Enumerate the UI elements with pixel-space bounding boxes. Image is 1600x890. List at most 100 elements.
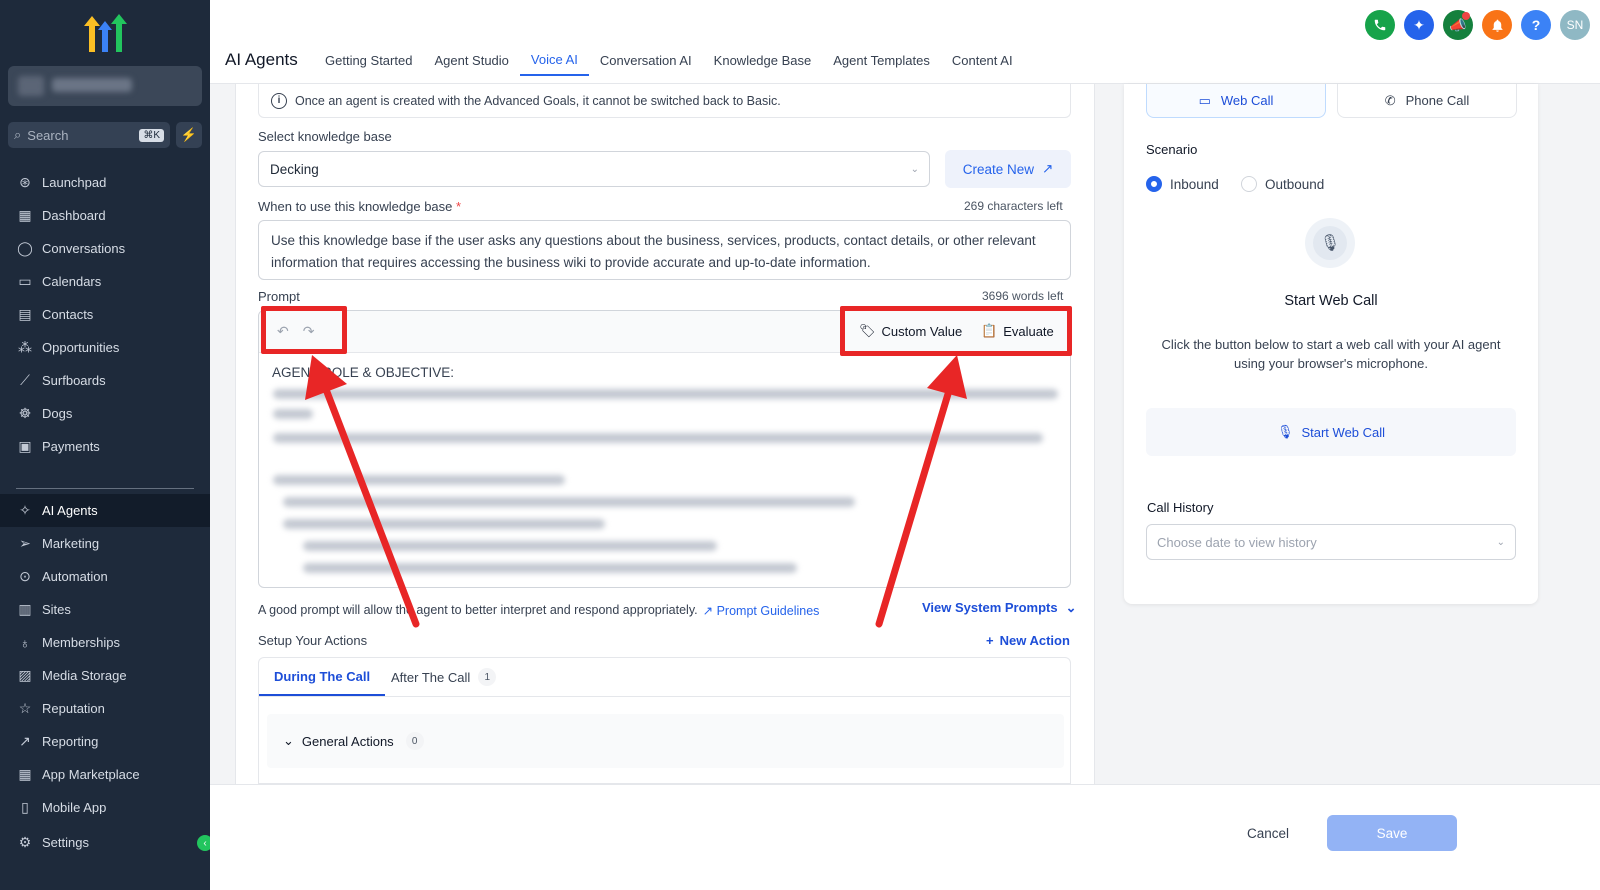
prompt-guidelines-link[interactable]: ↗ Prompt Guidelines [703,603,820,618]
phone-call-tab[interactable]: ✆ Phone Call [1337,84,1517,118]
surfboard-icon: ⟋ [20,372,30,388]
search-input[interactable]: ⌕ Search ⌘K [8,122,170,148]
tab-conversation-ai[interactable]: Conversation AI [589,44,703,76]
tab-content-ai[interactable]: Content AI [941,44,1024,76]
new-action-button[interactable]: + New Action [986,633,1070,648]
chars-left: 269 characters left [964,199,1063,213]
prompt-heading: AGENT ROLE & OBJECTIVE: [272,365,455,380]
sidebar-item-surfboards[interactable]: ⟋ Surfboards [0,364,210,397]
sidebar-item-contacts[interactable]: ▤ Contacts [0,298,210,331]
info-icon: i [271,92,287,109]
avatar[interactable]: SN [1560,10,1590,40]
sidebar-nav-secondary: ✧ AI Agents ➢ Marketing ⊙ Automation ▥ Sites ♁ Me… [0,494,210,814]
annotation-box-tools [840,306,1072,356]
phone-icon: ✆ [1384,92,1396,108]
general-actions-label: General Actions [301,733,394,749]
tab-after-the-call[interactable]: After The Call 1 [391,658,497,696]
search-icon: ⌕ [14,127,22,142]
phone-icon[interactable] [1365,10,1395,40]
sidebar-item-label: App Marketplace [42,767,140,782]
sidebar-item-conversations[interactable]: ◯ Conversations [0,232,210,265]
radio-button [1241,176,1257,192]
call-history-date-select[interactable]: Choose date to view history ⌄ [1146,524,1516,560]
tab-knowledge-base[interactable]: Knowledge Base [703,44,823,76]
opportunities-icon: ⁂ [18,339,32,355]
start-web-call-label: Start Web Call [1301,424,1386,440]
radio-inbound[interactable]: Inbound [1146,176,1219,192]
sidebar-item-mobile-app[interactable]: ▯ Mobile App [0,791,210,814]
tab-voice-ai[interactable]: Voice AI [519,44,589,76]
knowledge-base-select[interactable]: Decking ⌄ [258,151,930,187]
sidebar-item-app-marketplace[interactable]: ▦ App Marketplace [0,758,210,791]
blurred-text [283,497,855,507]
app-logo[interactable] [80,12,130,54]
bolt-icon: ⚡ [180,127,198,142]
tab-getting-started[interactable]: Getting Started [314,44,423,76]
blurred-text [303,563,797,573]
bell-icon[interactable] [1482,10,1512,40]
sidebar-item-memberships[interactable]: ♁ Memberships [0,626,210,659]
when-to-use-label: When to use this knowledge base * [258,199,462,214]
create-new-label: Create New [962,161,1034,177]
chat-icon: ◯ [17,240,33,256]
tab-label: During The Call [274,668,371,684]
contacts-icon: ▤ [18,306,32,322]
sidebar-item-dogs[interactable]: ☸ Dogs [0,397,210,430]
membership-icon: ♁ [19,634,31,651]
sidebar-item-label: Memberships [42,635,121,650]
ai-sparkle-icon[interactable]: ✦ [1404,10,1434,40]
tab-during-the-call[interactable]: During The Call [259,658,386,696]
sidebar-item-ai-agents[interactable]: ✧ AI Agents [0,494,210,527]
info-note-text: Once an agent is created with the Advanc… [295,93,781,108]
external-link-icon: ↗ [1041,161,1054,176]
sidebar-item-label: Reputation [42,701,105,716]
setup-actions-label: Setup Your Actions [258,633,368,648]
sidebar-item-dashboard[interactable]: ▦ Dashboard [0,199,210,232]
start-web-call-description: Click the button below to start a web ca… [1161,337,1501,371]
top-tabs: Getting Started Agent Studio Voice AI Conve… [314,44,1024,84]
save-button[interactable]: Save [1327,815,1457,851]
chevron-down-icon: ⌄ [910,163,919,175]
sidebar-item-automation[interactable]: ⊙ Automation [0,560,210,593]
apps-icon: ▦ [18,766,32,782]
footer-bar: Cancel Save [210,784,1600,890]
ai-sparkle-icon: ✧ [19,502,31,518]
sidebar-item-label: Settings [42,834,89,850]
media-icon: ▨ [18,667,32,683]
megaphone-icon[interactable]: 📣 [1443,10,1473,40]
view-system-prompts-button[interactable]: View System Prompts ⌄ [922,600,1077,616]
external-link-icon: ↗ [702,604,714,618]
sidebar-item-media-storage[interactable]: ▨ Media Storage [0,659,210,692]
sidebar-item-payments[interactable]: ▣ Payments [0,430,210,463]
quick-action-button[interactable]: ⚡ [176,122,202,148]
general-actions-accordion[interactable]: ⌄ General Actions 0 [267,714,1064,768]
sidebar-item-reputation[interactable]: ☆ Reputation [0,692,210,725]
sidebar-item-opportunities[interactable]: ⁂ Opportunities [0,331,210,364]
web-call-label: Web Call [1220,93,1274,108]
sidebar: ⌕ Search ⌘K ⚡ ⊛ Launchpad ▦ Dashboard ◯ Conve… [0,0,213,890]
start-web-call-button[interactable]: 🎙 Start Web Call [1146,408,1516,456]
when-to-use-textarea[interactable]: Use this knowledge base if the user asks… [258,220,1071,280]
kb-label: Select knowledge base [258,129,392,144]
sidebar-item-marketing[interactable]: ➢ Marketing [0,527,210,560]
radio-outbound[interactable]: Outbound [1241,176,1324,192]
sidebar-item-calendars[interactable]: ▭ Calendars [0,265,210,298]
sidebar-item-reporting[interactable]: ↗ Reporting [0,725,210,758]
help-icon[interactable]: ? [1521,10,1551,40]
sidebar-item-sites[interactable]: ▥ Sites [0,593,210,626]
blurred-text [273,409,313,419]
blurred-text [273,433,1043,443]
tab-agent-studio[interactable]: Agent Studio [423,44,519,76]
cancel-button[interactable]: Cancel [1226,815,1310,851]
prompt-hint: A good prompt will allow the agent to be… [258,603,819,618]
web-call-tab[interactable]: ▭ Web Call [1146,84,1326,118]
tab-agent-templates[interactable]: Agent Templates [822,44,941,76]
account-switcher[interactable] [8,66,202,106]
call-history-label: Call History [1147,500,1214,515]
sidebar-item-label: AI Agents [42,503,98,518]
search-placeholder: Search [27,127,69,143]
chevron-down-icon: ⌄ [1065,600,1077,615]
create-new-kb-button[interactable]: Create New ↗ [945,150,1071,188]
required-mark: * [456,199,462,214]
sidebar-item-launchpad[interactable]: ⊛ Launchpad [0,166,210,199]
